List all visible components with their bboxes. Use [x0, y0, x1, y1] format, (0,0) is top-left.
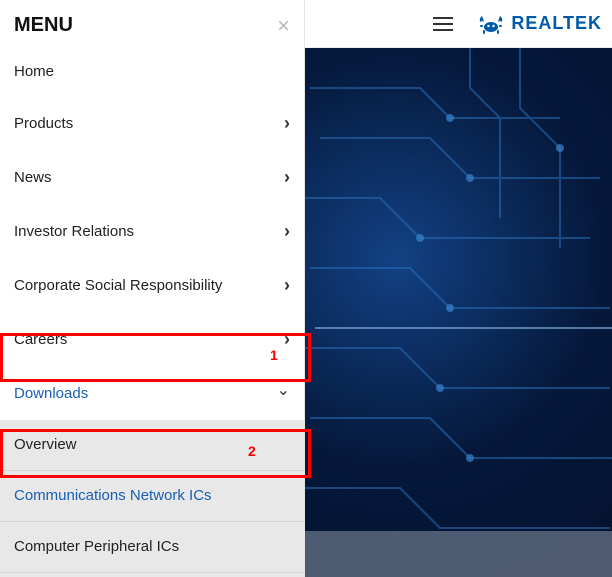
menu-item-label: Careers: [14, 331, 67, 348]
submenu-downloads: Overview Communications Network ICs Comp…: [0, 420, 304, 577]
chevron-right-icon: [284, 275, 290, 296]
submenu-item-label: Overview: [14, 436, 77, 453]
brand-name: REALTEK: [511, 13, 602, 34]
menu-item-label: Investor Relations: [14, 223, 134, 240]
menu-item-downloads[interactable]: Downloads: [0, 367, 304, 420]
menu-item-label: Downloads: [14, 385, 88, 402]
chevron-right-icon: [284, 167, 290, 188]
hamburger-icon[interactable]: [433, 17, 453, 31]
chevron-down-icon: [277, 383, 290, 403]
menu-item-label: Products: [14, 115, 73, 132]
menu-header: MENU ×: [0, 0, 304, 47]
brand[interactable]: REALTEK: [477, 12, 602, 36]
menu-item-news[interactable]: News: [0, 151, 304, 205]
chevron-right-icon: [284, 329, 290, 350]
menu-item-products[interactable]: Products: [0, 97, 304, 151]
menu-item-csr[interactable]: Corporate Social Responsibility: [0, 259, 304, 313]
submenu-item-communications-network-ics[interactable]: Communications Network ICs: [0, 470, 304, 521]
menu-item-home[interactable]: Home: [0, 47, 304, 97]
menu-item-investor-relations[interactable]: Investor Relations: [0, 205, 304, 259]
menu-item-label: Corporate Social Responsibility: [14, 277, 222, 294]
chevron-right-icon: [284, 113, 290, 134]
crab-logo-icon: [477, 12, 505, 36]
menu-title: MENU: [14, 14, 73, 37]
close-icon[interactable]: ×: [277, 15, 290, 37]
submenu-item-multimedia-ics[interactable]: Multimedia ICs: [0, 572, 304, 577]
chevron-right-icon: [284, 221, 290, 242]
submenu-item-overview[interactable]: Overview: [0, 420, 304, 470]
submenu-item-label: Communications Network ICs: [14, 487, 212, 504]
menu-list: Home Products News Investor Relations Co…: [0, 47, 304, 577]
submenu-item-computer-peripheral-ics[interactable]: Computer Peripheral ICs: [0, 521, 304, 572]
menu-item-label: News: [14, 169, 52, 186]
menu-item-careers[interactable]: Careers: [0, 313, 304, 367]
menu-panel: MENU × Home Products News Investor Relat…: [0, 0, 305, 577]
submenu-item-label: Computer Peripheral ICs: [14, 538, 179, 555]
menu-item-label: Home: [14, 63, 54, 80]
app-root: REALTEK: [0, 0, 612, 577]
